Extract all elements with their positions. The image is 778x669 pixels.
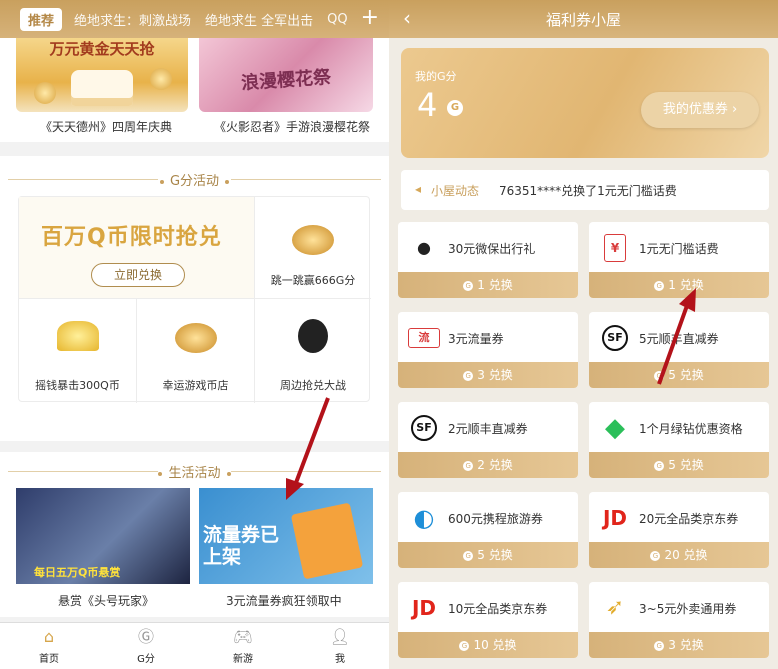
annotation-arrow xyxy=(657,288,696,385)
screenshot: 推荐 绝地求生：刺激战场 绝地求生 全军出击 QQ + 万元黄金天天抢 浪漫樱花… xyxy=(0,0,778,669)
annotation-arrow xyxy=(286,397,330,500)
left-phone-screen: 推荐 绝地求生：刺激战场 绝地求生 全军出击 QQ + 万元黄金天天抢 浪漫樱花… xyxy=(0,0,389,669)
right-phone-screen: ‹ 福利券小屋 我的G分 4 G 我的优惠券 › ◂ 小屋动态 76351***… xyxy=(389,0,778,669)
